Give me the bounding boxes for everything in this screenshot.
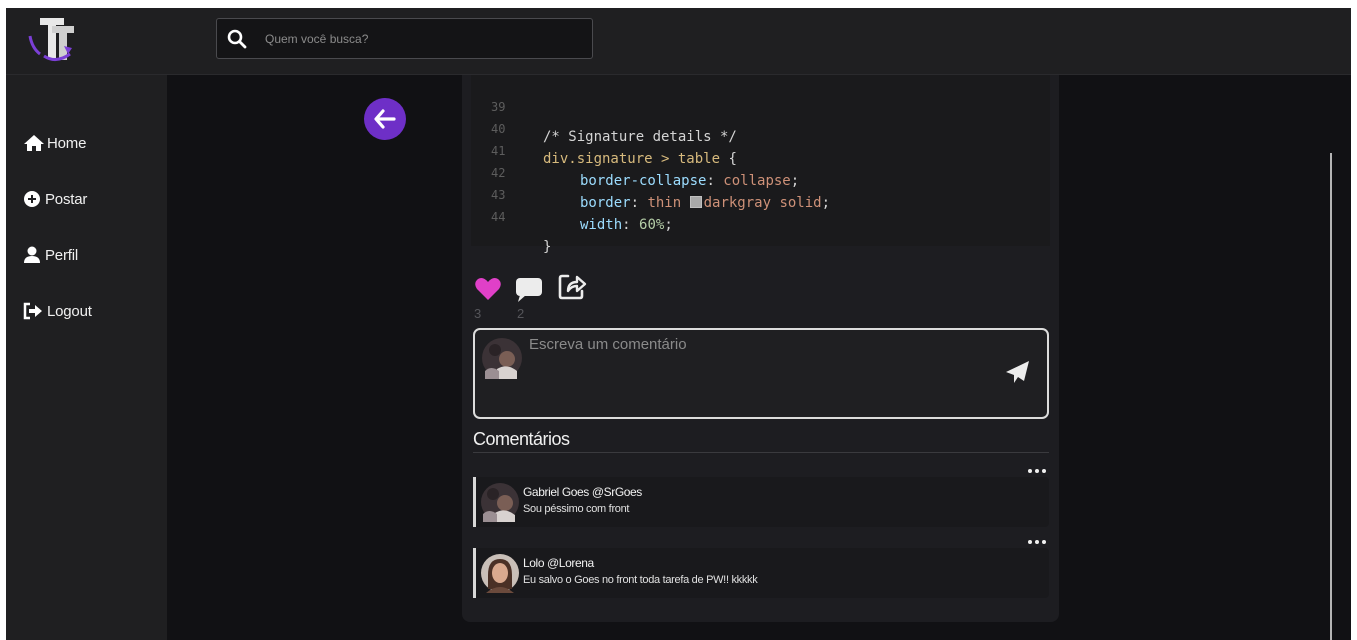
paper-plane-icon: [1006, 361, 1029, 383]
code-line: 39 /* Signature details */: [471, 97, 1050, 145]
home-icon: [24, 135, 44, 151]
comment-author[interactable]: Lolo @Lorena: [523, 556, 594, 570]
code-line: 44 }: [471, 207, 1050, 255]
post-actions: [471, 271, 671, 302]
app-logo[interactable]: [24, 12, 82, 64]
code-line: 41 border-collapse: collapse;: [491, 144, 800, 189]
search-icon: [227, 29, 247, 49]
line-number: 40: [491, 122, 506, 136]
sidebar-item-label: Postar: [45, 190, 88, 208]
post-card: 39 /* Signature details */ 40 div.signat…: [462, 75, 1059, 622]
post-code-image: 39 /* Signature details */ 40 div.signat…: [471, 75, 1050, 255]
line-number: 41: [491, 144, 506, 158]
code-line: 40 div.signature > table {: [471, 119, 1050, 167]
arrow-left-icon: [374, 109, 396, 129]
comment-author-avatar: [481, 483, 519, 522]
share-icon: [558, 274, 587, 300]
comment-item: Gabriel Goes @SrGoes Sou péssimo com fro…: [473, 477, 1049, 527]
like-button[interactable]: [474, 277, 502, 306]
back-button[interactable]: [364, 98, 406, 140]
line-number: 42: [491, 166, 506, 180]
search-input[interactable]: [265, 28, 575, 50]
user-icon: [24, 246, 40, 263]
line-number: 39: [491, 100, 506, 114]
comment-options-icon[interactable]: [1028, 538, 1048, 546]
comment-options-icon[interactable]: [1028, 467, 1048, 475]
sidebar-item-label: Logout: [47, 302, 92, 320]
code-line: 43 width: 60%;: [491, 188, 673, 233]
comment-count: 2: [517, 306, 525, 321]
sidebar-item-label: Perfil: [45, 246, 78, 264]
heart-icon: [475, 278, 501, 300]
comment-button[interactable]: [515, 277, 543, 308]
sidebar-item-perfil[interactable]: Perfil: [23, 241, 78, 269]
sidebar-item-logout[interactable]: Logout: [23, 297, 92, 325]
scrollbar[interactable]: [1330, 153, 1332, 640]
comment-text: Sou péssimo com front: [523, 503, 630, 515]
plus-circle-icon: [24, 191, 40, 207]
comment-text: Eu salvo o Goes no front toda tarefa de …: [523, 574, 758, 586]
share-button[interactable]: [557, 271, 587, 306]
comments-heading: Comentários: [473, 429, 570, 449]
comment-item: Lolo @Lorena Eu salvo o Goes no front to…: [473, 548, 1049, 598]
logout-icon: [23, 302, 42, 320]
code-line: 42 border: thin darkgray solid;: [491, 166, 831, 211]
line-number: 43: [491, 188, 506, 202]
line-number: 44: [491, 210, 506, 224]
sidebar: Home Postar Perfil Logout: [6, 75, 167, 640]
comment-author[interactable]: Gabriel Goes @SrGoes: [523, 485, 642, 499]
sidebar-item-home[interactable]: Home: [23, 129, 86, 157]
send-comment-button[interactable]: [1005, 360, 1031, 389]
comment-author-avatar: [481, 554, 519, 593]
sidebar-item-label: Home: [47, 134, 87, 152]
app-window: Home Postar Perfil Logout: [6, 8, 1351, 640]
comment-input[interactable]: [529, 336, 999, 376]
code-text: }: [543, 239, 552, 255]
top-bar: [6, 8, 1351, 75]
speech-bubble-icon: [516, 278, 542, 302]
search-box[interactable]: [216, 18, 593, 59]
divider: [473, 452, 1049, 453]
sidebar-item-postar[interactable]: Postar: [23, 185, 87, 213]
comment-composer: [473, 328, 1049, 419]
user-avatar: [482, 338, 522, 379]
like-count: 3: [474, 306, 482, 321]
